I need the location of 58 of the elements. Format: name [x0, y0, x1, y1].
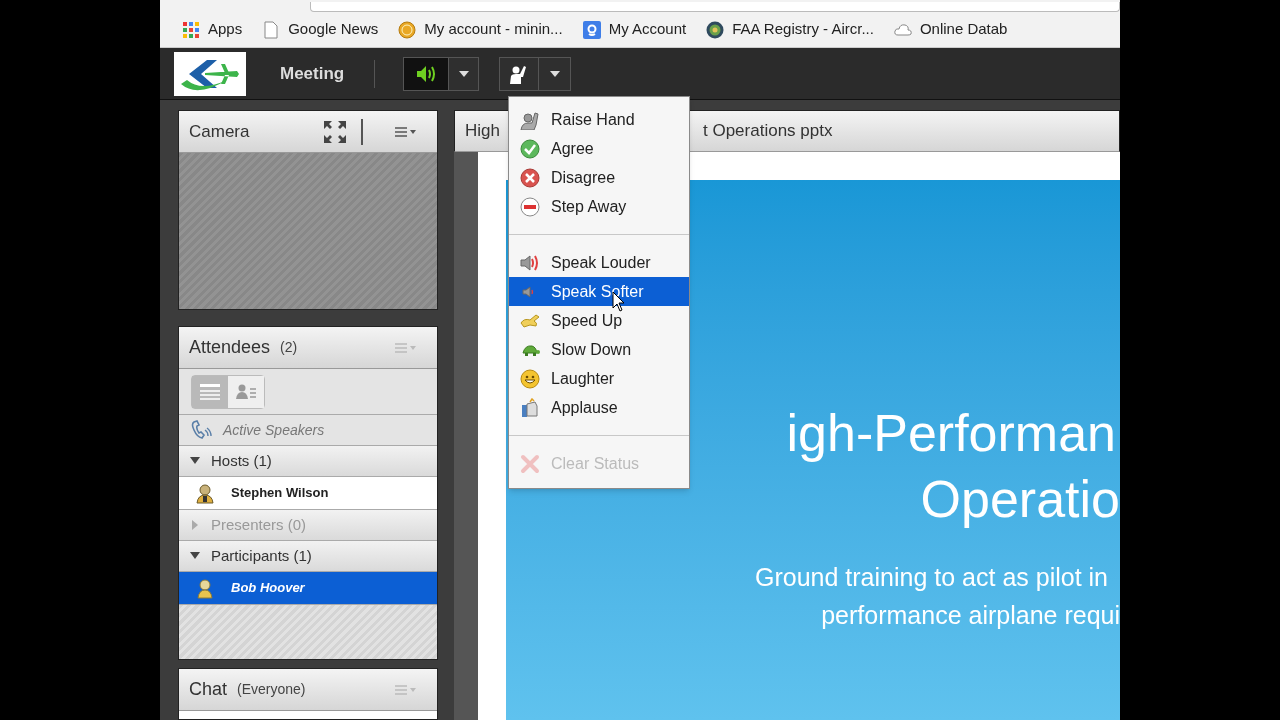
- clapping-hands-icon: [520, 397, 540, 418]
- slide-subtitle: performance airplane requi: [821, 600, 1120, 631]
- group-header[interactable]: Hosts (1): [211, 449, 272, 473]
- caret-icon: [549, 70, 560, 77]
- attendee-row[interactable]: Bob Hoover: [179, 572, 437, 605]
- menu-item[interactable]: Speak Louder: [509, 248, 689, 277]
- status-dropdown-button[interactable]: [539, 56, 572, 91]
- active-speakers-label: Active Speakers: [223, 420, 325, 440]
- fullscreen-icon[interactable]: [323, 119, 347, 144]
- menu-item[interactable]: Agree: [509, 134, 689, 163]
- menu-item[interactable]: Speed Up: [509, 306, 689, 335]
- bookmark-link[interactable]: Google News: [262, 18, 379, 41]
- apps-grid-icon: [182, 20, 200, 39]
- menu-item[interactable]: Disagree: [509, 163, 689, 192]
- view-toggle-button[interactable]: [192, 375, 228, 408]
- bookmark-link[interactable]: Apps: [182, 18, 243, 41]
- user-icon: [195, 577, 215, 599]
- attendee-row[interactable]: Stephen Wilson: [179, 477, 437, 510]
- speaker-button[interactable]: [403, 56, 450, 91]
- pod-title: Chat: [189, 678, 228, 701]
- status-button[interactable]: [499, 56, 540, 91]
- cross-icon: [520, 453, 540, 474]
- address-field[interactable]: [310, 2, 1120, 12]
- smiley-icon: [520, 368, 540, 389]
- pod-title: Attendees: [189, 336, 271, 359]
- meeting-menu[interactable]: Meeting: [280, 60, 345, 87]
- attendee-count: (2): [280, 338, 298, 357]
- menu-item[interactable]: Applause: [509, 393, 689, 422]
- menu-item[interactable]: Step Away: [509, 192, 689, 221]
- menu-icon[interactable]: [395, 126, 417, 137]
- raised-hand-icon: [520, 109, 540, 130]
- share-pod-title: High: [465, 121, 500, 141]
- bookmark-link[interactable]: FAA Registry - Aircr...: [706, 18, 874, 41]
- bookmark-link[interactable]: My account - minin...: [398, 18, 563, 41]
- bookmark-link[interactable]: Online Datab: [893, 18, 1008, 41]
- check-icon: [520, 138, 540, 159]
- bookmark-link[interactable]: My Account: [582, 18, 687, 41]
- seal-icon: [706, 20, 725, 39]
- menu-item[interactable]: Slow Down: [509, 335, 689, 364]
- slide-heading: Operatio: [920, 469, 1120, 530]
- speaker-icon: [520, 252, 540, 273]
- share-pod-title: t Operations pptx: [703, 120, 833, 143]
- audio-dropdown-button[interactable]: [449, 56, 480, 91]
- host-icon: [195, 482, 215, 504]
- pod-title: Camera: [189, 120, 250, 143]
- minus-icon: [520, 196, 540, 217]
- coin-icon: [398, 20, 417, 39]
- slide-heading: igh-Performan: [786, 403, 1117, 464]
- view-toggle-button[interactable]: [228, 375, 264, 408]
- menu-item[interactable]: Laughter: [509, 364, 689, 393]
- chat-scope: (Everyone): [237, 680, 306, 699]
- slide-subtitle: Ground training to act as pilot in: [755, 562, 1109, 593]
- menu-item[interactable]: Raise Hand: [509, 105, 689, 134]
- phone-icon: [191, 420, 213, 440]
- caret-icon: [458, 70, 469, 77]
- page-icon: [262, 20, 281, 39]
- logo-icon: [174, 51, 246, 96]
- cross-icon: [520, 167, 540, 188]
